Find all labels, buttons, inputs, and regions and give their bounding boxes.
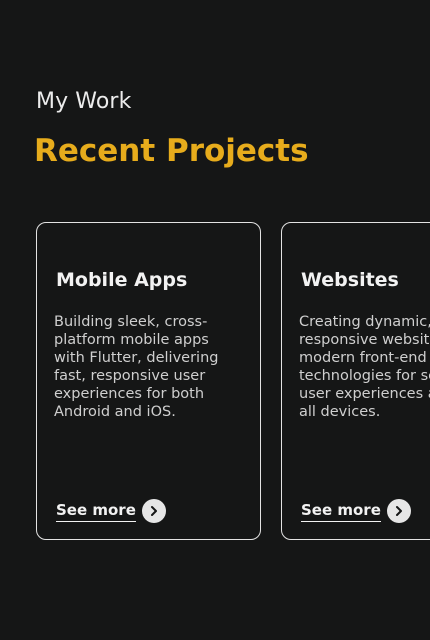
see-more-label[interactable]: See more: [301, 501, 381, 522]
card-title: Websites: [301, 269, 399, 291]
chevron-right-icon[interactable]: [141, 499, 166, 523]
card-description: Creating dynamic, responsive websites wi…: [299, 314, 430, 420]
section-heading: Recent Projects: [34, 133, 309, 169]
section-eyebrow: My Work: [36, 89, 132, 114]
card-title: Mobile Apps: [56, 269, 188, 291]
see-more-link[interactable]: See more: [301, 499, 411, 523]
project-card-mobile-apps[interactable]: Mobile Apps Building sleek, cross-platfo…: [36, 222, 261, 540]
chevron-right-icon[interactable]: [386, 499, 411, 523]
see-more-label[interactable]: See more: [56, 501, 136, 522]
card-description: Building sleek, cross-platform mobile ap…: [54, 314, 219, 420]
project-card-websites[interactable]: Websites Creating dynamic, responsive we…: [281, 222, 430, 540]
see-more-link[interactable]: See more: [56, 499, 166, 523]
projects-carousel[interactable]: Mobile Apps Building sleek, cross-platfo…: [36, 222, 430, 540]
